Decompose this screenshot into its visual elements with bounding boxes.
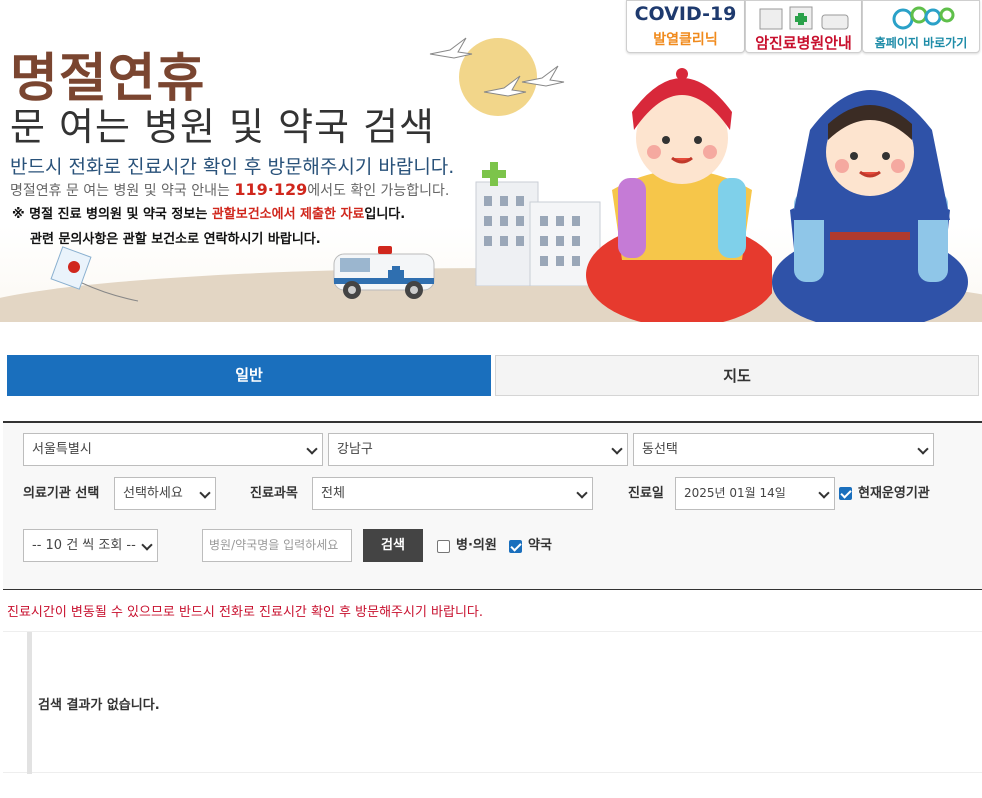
- banner-info-line: 명절연휴 문 여는 병원 및 약국 안내는 119·129에서도 확인 가능합니…: [10, 180, 449, 200]
- covid-clinic-link[interactable]: COVID-19 발열클리닉: [626, 0, 745, 53]
- cancer-hospital-link[interactable]: 암진료병원안내: [745, 0, 862, 53]
- department-label: 진료과목: [250, 486, 298, 501]
- dong-select-value: 동선택: [642, 442, 678, 457]
- hospital-checkbox-label: 병·의원: [456, 538, 497, 553]
- search-results: 검색 결과가 없습니다.: [3, 631, 982, 774]
- banner-phone-notice: 반드시 전화로 진료시간 확인 후 방문해주시기 바랍니다.: [10, 156, 455, 178]
- cancer-hospital-label: 암진료병원안내: [755, 34, 852, 52]
- hospital-checkbox[interactable]: [437, 540, 450, 553]
- search-button[interactable]: 검색: [363, 529, 423, 562]
- chevron-down-icon: [576, 487, 588, 499]
- date-label: 진료일: [628, 486, 664, 501]
- no-results-message: 검색 결과가 없습니다.: [38, 698, 160, 713]
- ambulance-illustration: [333, 246, 435, 299]
- page-size-value: -- 10 건 씩 조회 --: [32, 538, 136, 553]
- date-select[interactable]: 2025년 01월 14일: [675, 477, 835, 510]
- pharmacy-checkbox-label: 약국: [528, 538, 552, 553]
- institution-label: 의료기관 선택: [23, 486, 100, 501]
- dong-select[interactable]: 동선택: [633, 433, 934, 466]
- hospital-icon: [759, 6, 849, 30]
- chevron-down-icon: [611, 443, 623, 455]
- holiday-banner: 명절연휴 문 여는 병원 및 약국 검색 반드시 전화로 진료시간 확인 후 방…: [0, 0, 982, 322]
- homepage-link[interactable]: 홈페이지 바로가기: [862, 0, 980, 53]
- open-now-label: 현재운영기관: [858, 486, 930, 501]
- boy-hanbok-illustration: [772, 90, 968, 322]
- note-suffix: 입니다.: [364, 207, 406, 222]
- department-select-value: 전체: [321, 486, 345, 501]
- chevron-down-icon: [141, 539, 153, 551]
- page-size-select[interactable]: -- 10 건 씩 조회 --: [23, 529, 158, 562]
- info-suffix: 에서도 확인 가능합니다.: [307, 183, 450, 199]
- tab-map[interactable]: 지도: [495, 355, 979, 396]
- logo-icon: [892, 6, 955, 30]
- institution-select-value: 선택하세요: [123, 486, 183, 501]
- covid-title: COVID-19: [634, 3, 737, 25]
- chevron-down-icon: [818, 487, 830, 499]
- view-tabs: 일반 지도: [7, 355, 979, 396]
- kite-illustration: [50, 246, 139, 302]
- homepage-label: 홈페이지 바로가기: [874, 36, 968, 50]
- institution-select[interactable]: 선택하세요: [114, 477, 216, 510]
- note-highlight: 관할보건소에서 제출한 자료: [211, 207, 365, 222]
- department-select[interactable]: 전체: [312, 477, 593, 510]
- search-input[interactable]: 병원/약국명을 입력하세요: [202, 529, 352, 562]
- chevron-down-icon: [306, 443, 318, 455]
- city-select-value: 서울특별시: [32, 442, 92, 457]
- open-now-checkbox[interactable]: [839, 487, 852, 500]
- chevron-down-icon: [199, 487, 211, 499]
- pharmacy-checkbox[interactable]: [509, 540, 522, 553]
- girl-hanbok-illustration: [586, 68, 772, 322]
- banner-subtitle: 문 여는 병원 및 약국 검색: [10, 105, 435, 149]
- chevron-down-icon: [917, 443, 929, 455]
- district-select-value: 강남구: [337, 442, 373, 457]
- info-prefix: 명절연휴 문 여는 병원 및 약국 안내는: [10, 183, 235, 199]
- search-panel: 서울특별시 강남구 동선택 의료기관 선택 선택하세요 진료과목 전체 진료일 …: [3, 421, 982, 590]
- crane-illustration: [429, 37, 565, 97]
- tab-general[interactable]: 일반: [7, 355, 491, 396]
- date-select-value: 2025년 01월 14일: [684, 486, 786, 500]
- covid-subtitle: 발열클리닉: [653, 32, 718, 48]
- info-phone-numbers: 119·129: [234, 180, 308, 199]
- banner-source-note: ※ 명절 진료 병의원 및 약국 정보는 관할보건소에서 제출한 자료입니다.: [12, 203, 405, 222]
- city-select[interactable]: 서울특별시: [23, 433, 323, 466]
- hours-change-notice: 진료시간이 변동될 수 있으므로 반드시 전화로 진료시간 확인 후 방문해주시…: [7, 605, 484, 620]
- note-prefix: ※ 명절 진료 병의원 및 약국 정보는: [12, 207, 212, 222]
- district-select[interactable]: 강남구: [328, 433, 628, 466]
- result-accent-bar: [27, 632, 32, 774]
